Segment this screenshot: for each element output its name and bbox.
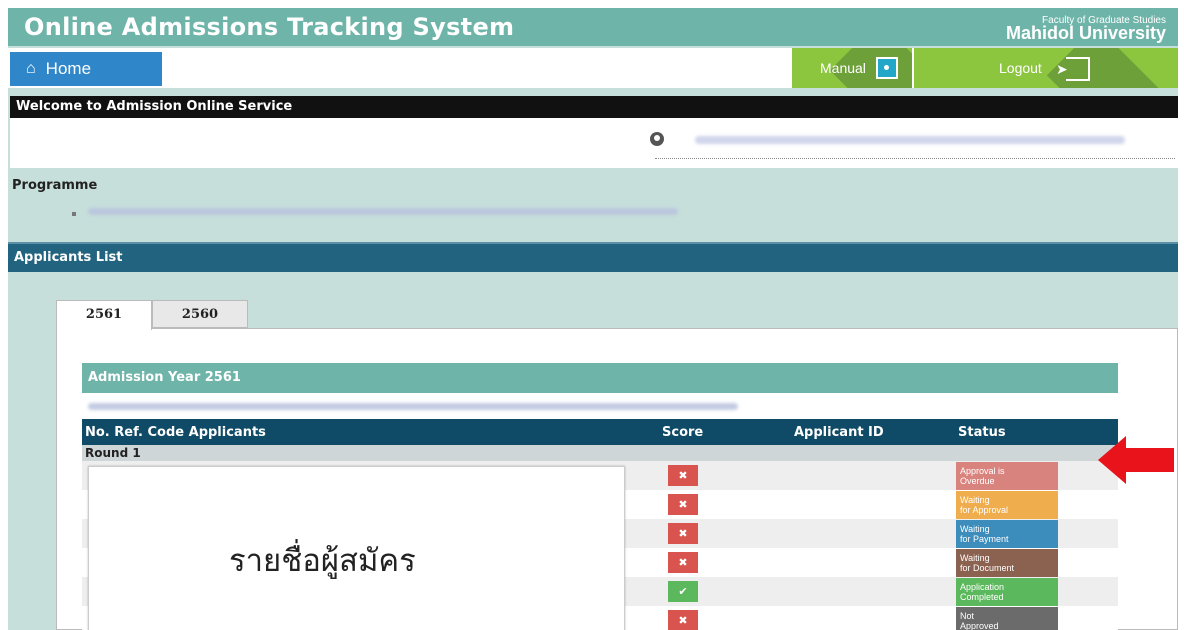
status-badge: Approval is Overdue xyxy=(956,462,1058,491)
nav-bar: ⌂ Home Manual Logout ➤ xyxy=(8,48,1178,88)
home-label: Home xyxy=(45,59,92,78)
home-icon: ⌂ xyxy=(26,60,36,77)
logout-label: Logout xyxy=(999,60,1042,76)
score-x-icon[interactable]: ✖ xyxy=(668,552,698,573)
status-badge: Not Approved xyxy=(956,607,1058,630)
red-arrow-icon xyxy=(1098,436,1174,484)
admission-year-title: Admission Year 2561 xyxy=(82,363,1118,393)
app-header: Online Admissions Tracking System Facult… xyxy=(8,8,1178,46)
programme-row-redacted xyxy=(82,393,1118,419)
applicants-list-title: Applicants List xyxy=(8,242,1178,272)
round-label: Round 1 xyxy=(82,445,1118,461)
overlay-caption: รายชื่อผู้สมัคร xyxy=(229,543,416,579)
tab-2560[interactable]: 2560 xyxy=(152,300,248,328)
column-ref-code: No. Ref. Code Applicants xyxy=(85,425,266,440)
programme-name-redacted xyxy=(88,208,688,215)
user-panel xyxy=(10,118,1178,168)
status-badge: Waiting for Approval xyxy=(956,491,1058,520)
welcome-title: Welcome to Admission Online Service xyxy=(10,96,1178,118)
score-x-icon[interactable]: ✖ xyxy=(668,610,698,630)
programme-bullet xyxy=(72,212,76,216)
manual-label: Manual xyxy=(820,60,866,76)
column-score: Score xyxy=(662,425,704,440)
status-badge: Waiting for Document xyxy=(956,549,1058,578)
score-x-icon[interactable]: ✖ xyxy=(668,523,698,544)
tab-2561[interactable]: 2561 xyxy=(56,300,152,330)
score-x-icon[interactable]: ✖ xyxy=(668,494,698,515)
faculty-name: Mahidol University xyxy=(1005,23,1166,43)
status-badge: Application Completed xyxy=(956,578,1058,607)
overlay-popup: รายชื่อผู้สมัคร xyxy=(88,466,625,630)
status-badge: Waiting for Payment xyxy=(956,520,1058,549)
logout-button[interactable]: Logout ➤ xyxy=(914,48,1178,88)
user-icon xyxy=(650,132,664,146)
home-button[interactable]: ⌂ Home xyxy=(10,52,162,86)
manual-button[interactable]: Manual xyxy=(792,48,912,88)
user-name-redacted xyxy=(695,128,1155,150)
table-header: No. Ref. Code Applicants Score Applicant… xyxy=(82,419,1118,445)
column-status: Status xyxy=(958,425,1006,440)
score-check-icon[interactable]: ✔ xyxy=(668,581,698,602)
user-name-underline xyxy=(655,158,1175,159)
score-x-icon[interactable]: ✖ xyxy=(668,465,698,486)
app-title: Online Admissions Tracking System xyxy=(24,13,515,41)
manual-book-icon xyxy=(876,57,898,79)
programme-label: Programme xyxy=(12,178,98,193)
logout-icon: ➤ xyxy=(1056,57,1090,81)
app-frame: Online Admissions Tracking System Facult… xyxy=(8,8,1178,630)
column-applicant-id: Applicant ID xyxy=(794,425,884,440)
